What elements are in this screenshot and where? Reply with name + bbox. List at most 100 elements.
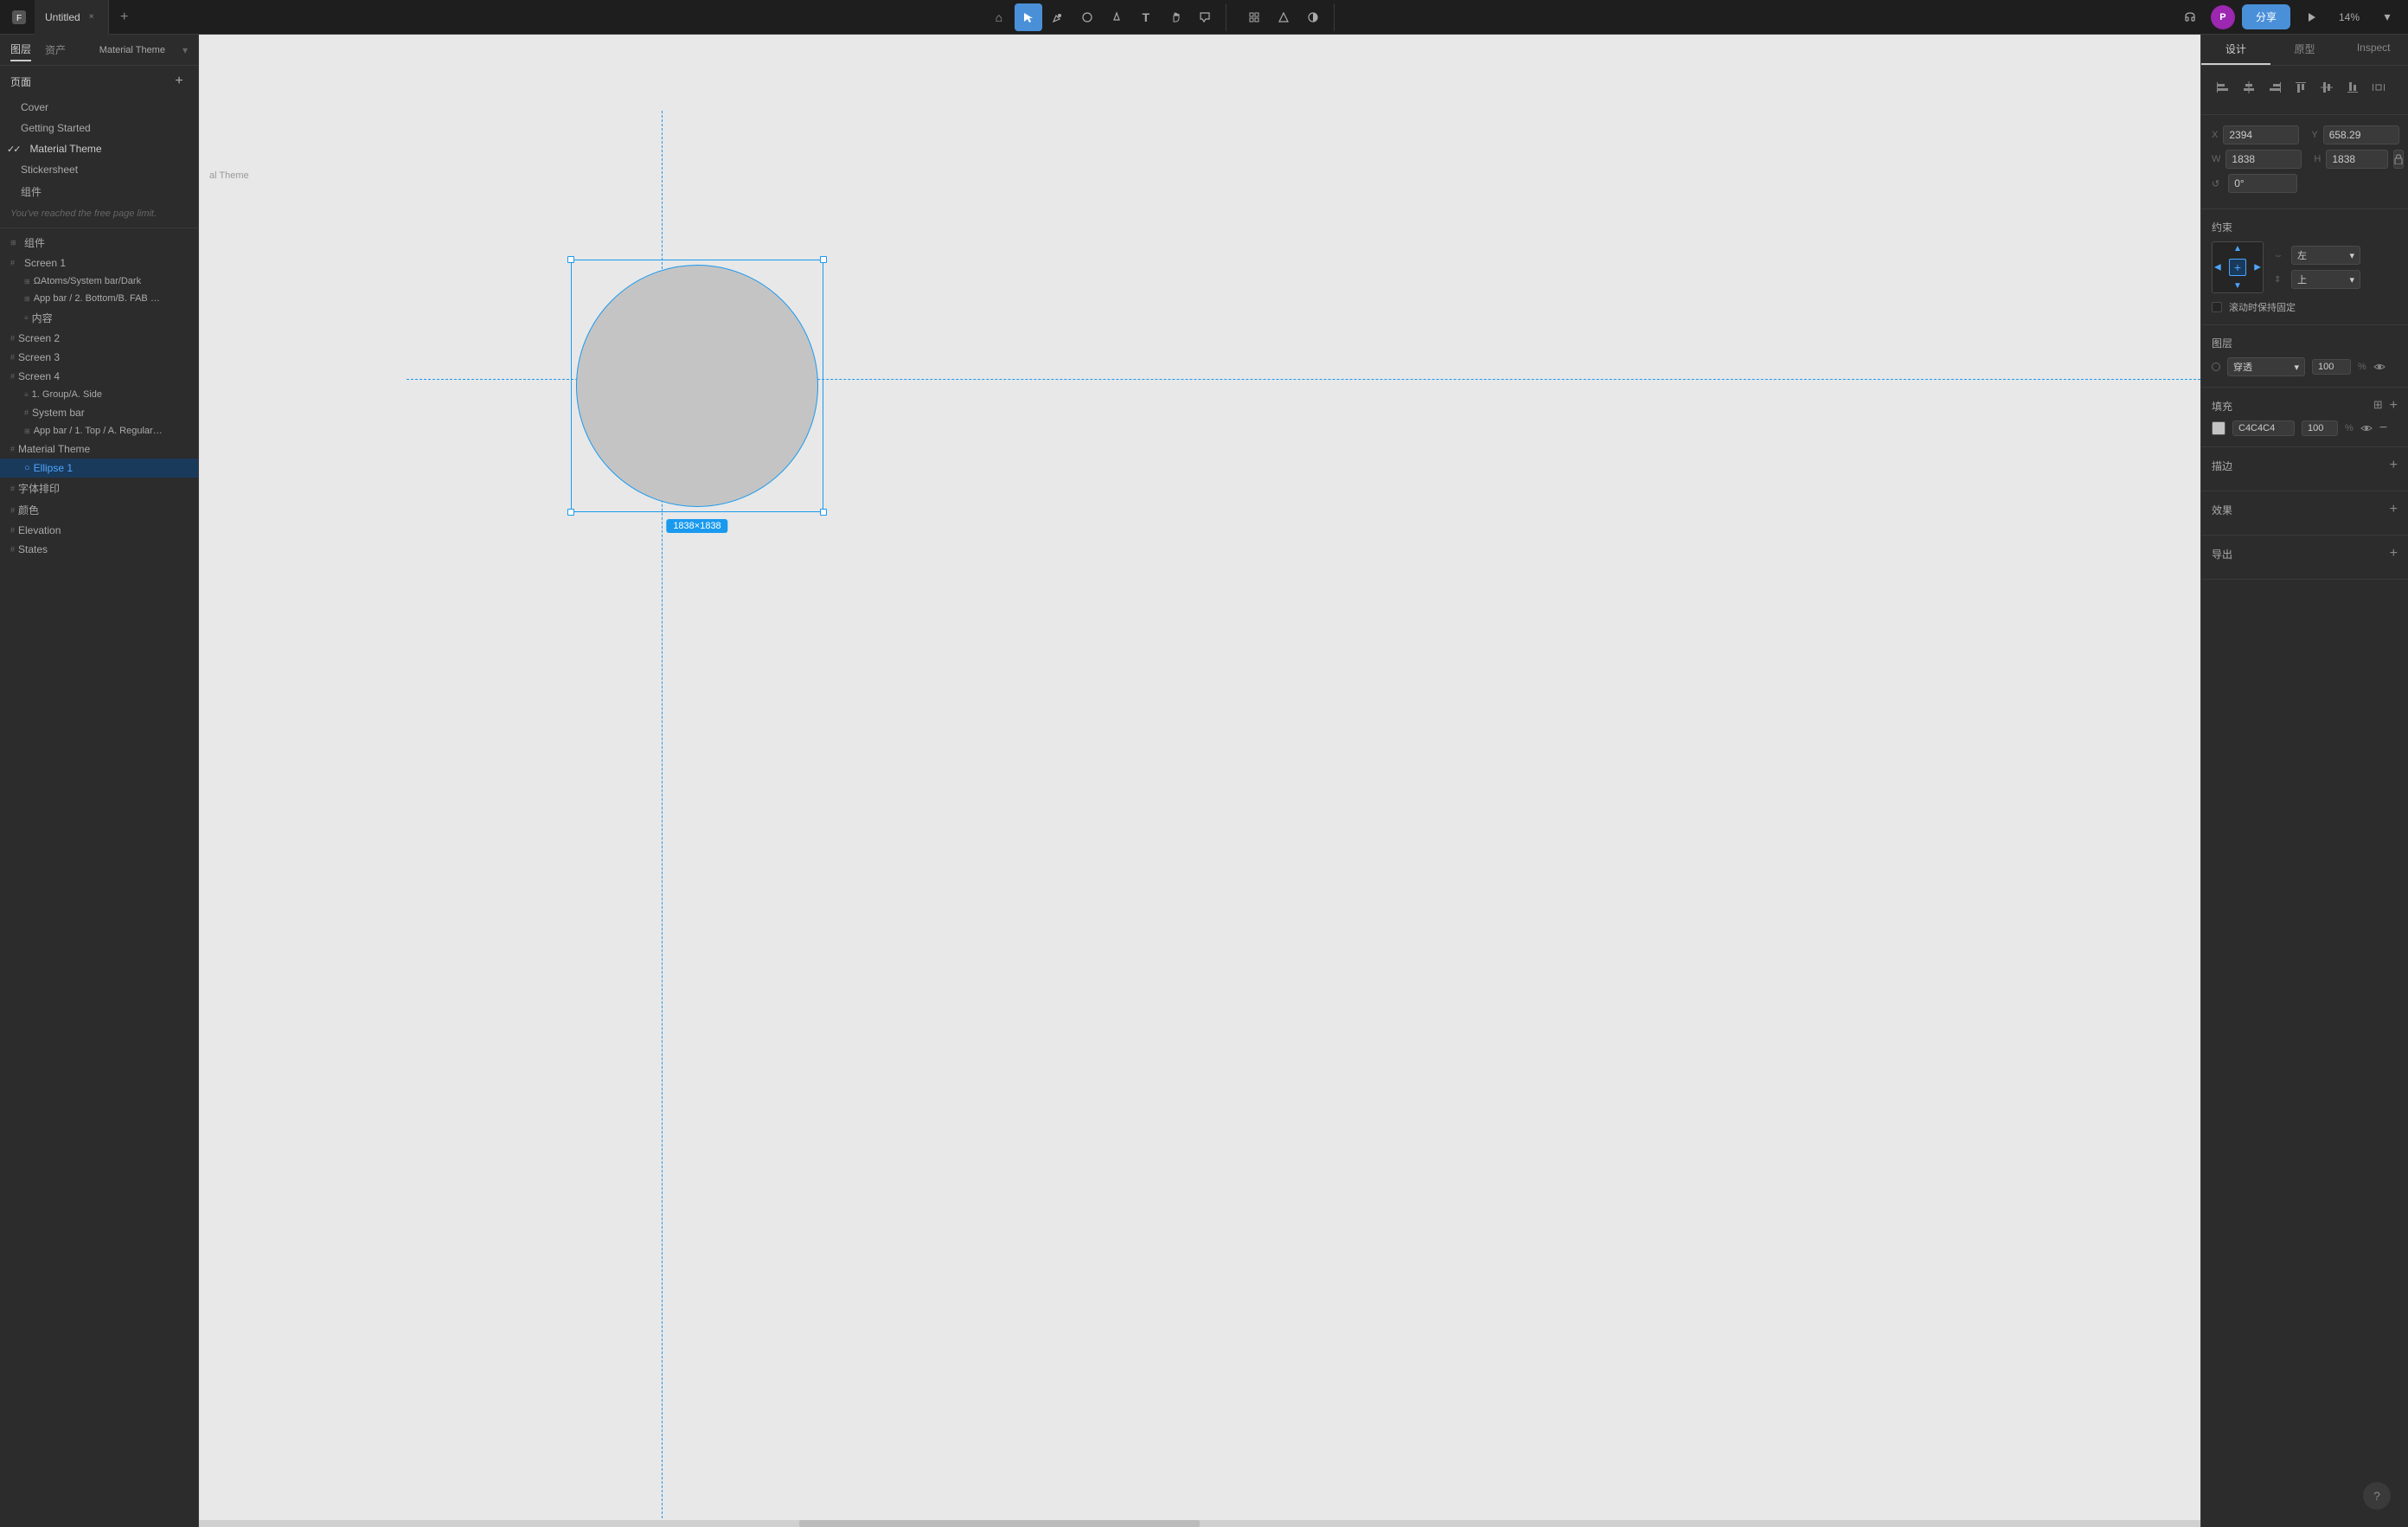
layer-screen4[interactable]: # Screen 4 bbox=[0, 367, 198, 386]
page-material-theme[interactable]: ✓ Material Theme bbox=[0, 138, 198, 159]
help-button[interactable]: ? bbox=[2363, 1482, 2391, 1510]
select-tool[interactable] bbox=[1015, 3, 1042, 31]
layers-tab[interactable]: 图层 bbox=[10, 38, 31, 61]
canvas-area[interactable]: al Theme 1838×1838 bbox=[199, 35, 2200, 1527]
share-button[interactable]: 分享 bbox=[2242, 4, 2290, 29]
opacity-input[interactable] bbox=[2312, 359, 2351, 375]
handle-tr[interactable] bbox=[820, 256, 827, 263]
new-tab-btn[interactable]: + bbox=[112, 5, 137, 29]
tab-design[interactable]: 设计 bbox=[2201, 35, 2270, 65]
tab-close-btn[interactable]: × bbox=[86, 11, 98, 23]
constraint-dropdowns: ⇔ 左 ▾ ⇕ 上 ▾ bbox=[2274, 246, 2360, 289]
layer-material-theme[interactable]: # Material Theme bbox=[0, 439, 198, 459]
add-export-btn[interactable]: + bbox=[2390, 546, 2398, 561]
x-input[interactable] bbox=[2223, 125, 2299, 144]
layer-elevation[interactable]: # Elevation bbox=[0, 521, 198, 540]
horizontal-scrollbar[interactable] bbox=[199, 1520, 2200, 1527]
rotation-input[interactable] bbox=[2228, 174, 2297, 193]
fill-visibility-btn[interactable] bbox=[2360, 422, 2373, 435]
blend-mode-dropdown[interactable]: 穿透 ▾ bbox=[2227, 357, 2305, 376]
text-tool[interactable]: T bbox=[1132, 3, 1160, 31]
layer-content[interactable]: ≡ 内容 bbox=[0, 307, 198, 329]
align-top-btn[interactable] bbox=[2290, 76, 2312, 99]
y-input[interactable] bbox=[2323, 125, 2399, 144]
layer-system-bar[interactable]: ⊞ ΩAtoms/System bar/Dark bbox=[0, 273, 198, 290]
remove-fill-btn[interactable]: − bbox=[2379, 421, 2387, 435]
fill-opacity-input[interactable] bbox=[2302, 420, 2338, 436]
active-tab[interactable]: Untitled × bbox=[35, 0, 109, 35]
user-avatar[interactable]: P bbox=[2211, 5, 2235, 29]
page-cover[interactable]: Cover bbox=[0, 97, 198, 118]
h-constraint-row: ⇔ 左 ▾ bbox=[2274, 246, 2360, 265]
selected-frame[interactable]: 1838×1838 bbox=[571, 260, 823, 512]
distribute-btn[interactable] bbox=[2367, 76, 2390, 99]
scroll-fixed-checkbox[interactable] bbox=[2212, 302, 2222, 312]
layer-colors[interactable]: # 颜色 bbox=[0, 499, 198, 521]
headphone-btn[interactable] bbox=[2176, 3, 2204, 31]
layer-list-icon: ≡ bbox=[24, 314, 29, 322]
position-section: X Y W H ↺ bbox=[2201, 115, 2408, 209]
fill-title: 填充 bbox=[2212, 399, 2232, 414]
comment-tool[interactable] bbox=[1191, 3, 1219, 31]
layer-system-bar2[interactable]: # System bar bbox=[0, 403, 198, 422]
handle-bl[interactable] bbox=[567, 509, 574, 516]
zoom-level[interactable]: 14% bbox=[2332, 11, 2366, 23]
play-btn[interactable] bbox=[2297, 3, 2325, 31]
home-btn[interactable]: ⌂ bbox=[985, 3, 1013, 31]
select-tools: ⌂ T bbox=[978, 3, 1226, 31]
visibility-toggle[interactable] bbox=[2373, 361, 2386, 374]
layer-screen2[interactable]: # Screen 2 bbox=[0, 329, 198, 348]
shape-tool[interactable] bbox=[1073, 3, 1101, 31]
align-bottom-btn[interactable] bbox=[2341, 76, 2364, 99]
align-center-h-btn[interactable] bbox=[2238, 76, 2260, 99]
handle-tl[interactable] bbox=[567, 256, 574, 263]
align-center-v-btn[interactable] bbox=[2315, 76, 2338, 99]
align-left-btn[interactable] bbox=[2212, 76, 2234, 99]
page-stickersheet[interactable]: Stickersheet bbox=[0, 159, 198, 180]
lock-ratio-btn[interactable] bbox=[2393, 150, 2404, 169]
tab-prototype[interactable]: 原型 bbox=[2270, 35, 2340, 65]
layer-组件-group[interactable]: ⊞ 组件 bbox=[0, 232, 198, 253]
add-stroke-btn[interactable]: + bbox=[2390, 458, 2398, 473]
fill-hex-input[interactable] bbox=[2232, 420, 2295, 436]
layer-app-bar-bottom[interactable]: ⊞ App bar / 2. Bottom/B. FAB ce... bbox=[0, 290, 198, 307]
vector-tool[interactable] bbox=[1103, 3, 1130, 31]
layer-group-side[interactable]: ≡ 1. Group/A. Side bbox=[0, 386, 198, 403]
layer-blend-dot bbox=[2212, 363, 2220, 371]
h-constraint-symbol: ⇔ bbox=[2274, 251, 2286, 260]
layer-screen3[interactable]: # Screen 3 bbox=[0, 348, 198, 367]
tab-inspect[interactable]: Inspect bbox=[2339, 35, 2408, 65]
h-input[interactable] bbox=[2326, 150, 2388, 169]
constraint-center-btn[interactable]: + bbox=[2229, 259, 2246, 276]
hand-tool[interactable] bbox=[1162, 3, 1189, 31]
layer-typography[interactable]: # 字体排印 bbox=[0, 478, 198, 499]
size-label: 1838×1838 bbox=[666, 519, 727, 533]
layer-states[interactable]: # States bbox=[0, 540, 198, 559]
v-constraint-dropdown[interactable]: 上 ▾ bbox=[2291, 270, 2360, 289]
components-tool[interactable] bbox=[1240, 3, 1268, 31]
pages-list: Cover Getting Started ✓ Material Theme S… bbox=[0, 97, 198, 203]
fill-color-swatch[interactable] bbox=[2212, 421, 2225, 435]
topbar-right: P 分享 14% ▾ bbox=[2176, 3, 2401, 31]
fill-grid-btn[interactable]: ⊞ bbox=[2373, 398, 2383, 414]
w-input[interactable] bbox=[2225, 150, 2302, 169]
layer-screen1[interactable]: # Screen 1 bbox=[0, 253, 198, 273]
layer-app-bar-top[interactable]: ⊞ App bar / 1. Top / A. Regular/ ... bbox=[0, 422, 198, 439]
contrast-tool[interactable] bbox=[1299, 3, 1327, 31]
add-fill-btn[interactable]: + bbox=[2390, 398, 2398, 414]
add-effect-btn[interactable]: + bbox=[2390, 502, 2398, 517]
layer-ellipse1[interactable]: ○ Ellipse 1 bbox=[0, 459, 198, 478]
h-constraint-dropdown[interactable]: 左 ▾ bbox=[2291, 246, 2360, 265]
page-components[interactable]: 组件 bbox=[0, 180, 198, 203]
assets-tab[interactable]: 资产 bbox=[45, 39, 66, 61]
page-getting-started[interactable]: Getting Started bbox=[0, 118, 198, 138]
export-header: 导出 + bbox=[2212, 546, 2398, 561]
assets-tool[interactable] bbox=[1270, 3, 1297, 31]
handle-br[interactable] bbox=[820, 509, 827, 516]
align-right-btn[interactable] bbox=[2264, 76, 2286, 99]
sidebar-tabs: 图层 资产 Material Theme ▾ bbox=[0, 35, 198, 66]
ellipse-element[interactable] bbox=[576, 265, 818, 507]
zoom-dropdown-btn[interactable]: ▾ bbox=[2373, 3, 2401, 31]
add-page-btn[interactable]: + bbox=[170, 73, 188, 90]
pen-tool[interactable] bbox=[1044, 3, 1072, 31]
